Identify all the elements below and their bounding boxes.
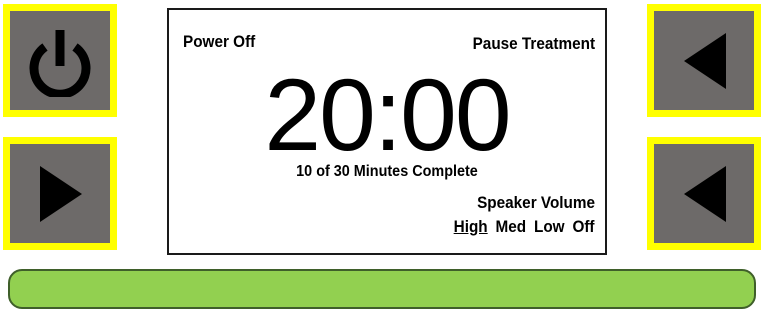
volume-options: High Med Low Off [454,217,595,237]
volume-option-high[interactable]: High [454,217,488,236]
status-bar [8,269,756,309]
play-button[interactable] [3,137,117,250]
volume-option-off[interactable]: Off [573,217,595,236]
volume-option-med[interactable]: Med [496,217,527,236]
timer-display: 20:00 [264,58,511,172]
play-icon [30,162,90,226]
triangle-left-icon [674,162,734,226]
power-button[interactable] [3,4,117,117]
left-arrow-button-bottom[interactable] [647,137,761,250]
left-arrow-button-top[interactable] [647,4,761,117]
power-icon [25,25,95,97]
display-screen: Power Off Pause Treatment 20:00 10 of 30… [167,8,607,255]
speaker-volume-heading: Speaker Volume [477,193,595,212]
volume-option-low[interactable]: Low [534,217,565,236]
power-off-label: Power Off [183,32,256,51]
progress-text: 10 of 30 Minutes Complete [296,163,478,180]
pause-treatment-label: Pause Treatment [472,34,595,53]
triangle-left-icon [674,29,734,93]
